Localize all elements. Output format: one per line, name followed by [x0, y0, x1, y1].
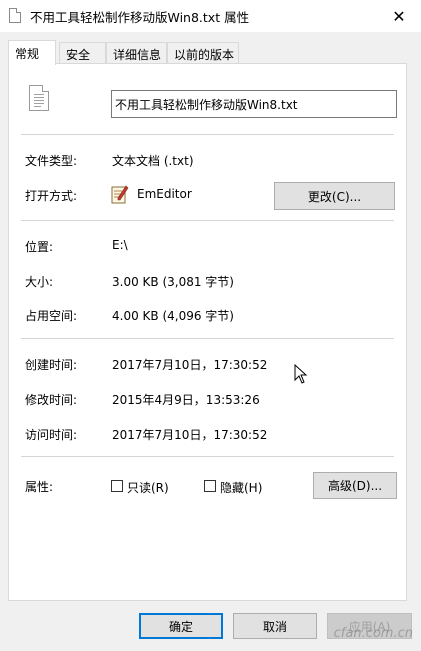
- file-type-label: 文件类型:: [25, 154, 78, 168]
- size-value: 3.00 KB (3,081 字节): [112, 275, 234, 289]
- watermark: cfan.com.cn: [333, 626, 413, 641]
- tab-strip: 常规 安全 详细信息 以前的版本: [8, 40, 413, 65]
- tab-general[interactable]: 常规: [8, 40, 56, 65]
- open-with-value: EmEditor: [137, 187, 192, 201]
- readonly-label[interactable]: 只读(R): [127, 479, 169, 496]
- document-icon: [9, 8, 21, 23]
- accessed-value: 2017年7月10日，17:30:52: [112, 428, 268, 442]
- divider: [21, 456, 394, 457]
- accessed-label: 访问时间:: [25, 428, 78, 442]
- size-label: 大小:: [25, 275, 54, 289]
- hidden-checkbox[interactable]: [204, 480, 216, 492]
- location-value: E:\: [112, 238, 128, 252]
- close-button[interactable]: ✕: [377, 0, 421, 32]
- open-with-label: 打开方式:: [25, 189, 78, 203]
- text-file-icon: [29, 85, 49, 111]
- file-type-value: 文本文档 (.txt): [112, 154, 194, 168]
- divider: [21, 220, 394, 221]
- created-label: 创建时间:: [25, 358, 78, 372]
- hidden-label[interactable]: 隐藏(H): [220, 479, 262, 496]
- tab-previous-versions[interactable]: 以前的版本: [167, 42, 239, 63]
- size-on-disk-label: 占用空间:: [25, 309, 78, 323]
- close-icon: ✕: [392, 6, 406, 26]
- readonly-checkbox[interactable]: [111, 480, 123, 492]
- modified-value: 2015年4月9日，13:53:26: [112, 393, 260, 407]
- modified-label: 修改时间:: [25, 393, 78, 407]
- divider: [21, 134, 394, 135]
- file-name-input[interactable]: [111, 90, 397, 118]
- cancel-button[interactable]: 取消: [233, 613, 317, 639]
- created-value: 2017年7月10日，17:30:52: [112, 358, 268, 372]
- window-title: 不用工具轻松制作移动版Win8.txt 属性: [30, 10, 250, 25]
- tab-security[interactable]: 安全: [59, 42, 106, 63]
- tab-details[interactable]: 详细信息: [106, 42, 167, 63]
- ok-button[interactable]: 确定: [139, 613, 223, 639]
- size-on-disk-value: 4.00 KB (4,096 字节): [112, 309, 234, 323]
- general-panel: 文件类型: 文本文档 (.txt) 打开方式: EmEditor 更改(C)..…: [8, 63, 407, 601]
- change-button[interactable]: 更改(C)...: [274, 182, 395, 210]
- emeditor-icon: [111, 185, 129, 204]
- mouse-pointer-icon: [294, 364, 308, 384]
- location-label: 位置:: [25, 240, 54, 254]
- divider: [21, 338, 394, 339]
- properties-dialog: 不用工具轻松制作移动版Win8.txt 属性 ✕ 常规 安全 详细信息 以前的版…: [0, 0, 421, 651]
- attributes-label: 属性:: [25, 480, 54, 494]
- advanced-button[interactable]: 高级(D)...: [313, 472, 397, 499]
- title-bar: 不用工具轻松制作移动版Win8.txt 属性 ✕: [0, 0, 421, 32]
